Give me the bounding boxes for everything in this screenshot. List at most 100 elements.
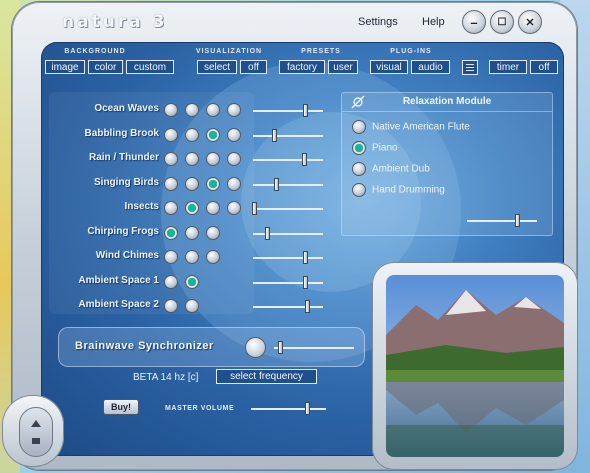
title-bar[interactable]: natura 3 Settings Help – ☐ ✕ [12, 2, 577, 42]
sound-volume-track[interactable] [253, 306, 323, 308]
sound-label: Ambient Space 2 [78, 299, 159, 310]
presets-user-button[interactable]: user [328, 60, 358, 74]
sound-volume-track[interactable] [253, 232, 323, 235]
sound-volume-track[interactable] [253, 257, 323, 259]
sound-variation-button[interactable] [185, 103, 199, 117]
sound-variation-button[interactable] [185, 299, 199, 313]
visualization-select-button[interactable]: select [197, 60, 237, 74]
sound-volume-thumb[interactable] [252, 202, 258, 215]
relaxation-option-label: Ambient Dub [372, 163, 430, 175]
relaxation-volume-track[interactable] [467, 220, 537, 222]
sound-variation-button[interactable] [185, 201, 199, 215]
sound-variation-button[interactable] [206, 201, 220, 215]
sound-variation-button[interactable] [164, 225, 178, 240]
sound-volume-thumb[interactable] [274, 177, 280, 191]
minimize-button[interactable]: – [462, 10, 486, 34]
sound-variation-button[interactable] [185, 274, 199, 289]
help-menu[interactable]: Help [422, 16, 445, 28]
sound-variation-button[interactable] [185, 127, 199, 142]
relaxation-title: Relaxation Module [402, 96, 492, 107]
background-color-button[interactable]: color [88, 60, 123, 74]
settings-menu[interactable]: Settings [358, 16, 398, 28]
brainwave-volume-track[interactable] [274, 347, 354, 349]
plugins-group-label: PLUG-INS [390, 48, 432, 55]
sound-variation-button[interactable] [164, 299, 178, 313]
sound-volume-track[interactable] [253, 183, 323, 186]
sound-volume-track[interactable] [253, 208, 323, 210]
background-custom-button[interactable]: custom [126, 60, 174, 74]
master-volume-track[interactable] [251, 408, 326, 410]
sound-volume-thumb[interactable] [302, 251, 308, 264]
relaxation-option[interactable]: Hand Drumming [352, 183, 445, 197]
sound-volume-thumb[interactable] [302, 275, 308, 289]
master-volume-label: MASTER VOLUME [165, 405, 235, 412]
plugins-visual-button[interactable]: visual [370, 60, 408, 74]
relaxation-volume-thumb[interactable] [515, 214, 521, 227]
sound-label: Singing Birds [94, 176, 159, 188]
master-volume-thumb[interactable] [304, 402, 310, 415]
timer-button[interactable]: timer [489, 60, 527, 74]
sound-variation-button[interactable] [164, 201, 178, 215]
sound-variation-button[interactable] [185, 225, 199, 240]
sound-variation-button[interactable] [206, 250, 220, 264]
sound-variation-button[interactable] [227, 152, 241, 166]
relaxation-option[interactable]: Ambient Dub [352, 162, 430, 176]
relaxation-option[interactable]: Native American Flute [352, 120, 470, 134]
sound-variation-button[interactable] [185, 152, 199, 166]
close-icon: ✕ [525, 16, 535, 29]
playlist-button[interactable] [462, 60, 478, 75]
relaxation-radio[interactable] [352, 141, 366, 155]
sound-volume-thumb[interactable] [272, 128, 277, 142]
relaxation-option[interactable]: Piano [352, 141, 398, 155]
sound-variation-button[interactable] [206, 127, 220, 142]
sound-variation-button[interactable] [227, 127, 241, 142]
presets-factory-button[interactable]: factory [279, 60, 325, 74]
relaxation-radio[interactable] [352, 162, 366, 176]
brainwave-volume-thumb[interactable] [278, 341, 284, 354]
timer-off-button[interactable]: off [530, 60, 558, 74]
relaxation-radio[interactable] [352, 120, 366, 134]
sound-volume-track[interactable] [253, 159, 323, 161]
sound-volume-thumb[interactable] [302, 104, 308, 117]
sound-volume-track[interactable] [253, 110, 323, 112]
sound-label: Wind Chimes [95, 250, 159, 261]
background-image-button[interactable]: image [45, 60, 85, 74]
relaxation-radio[interactable] [352, 183, 366, 197]
close-button[interactable]: ✕ [518, 10, 542, 34]
brainwave-toggle-button[interactable] [245, 337, 266, 358]
sound-variation-button[interactable] [185, 250, 199, 264]
sound-label: Rain / Thunder [89, 152, 159, 163]
sound-variation-button[interactable] [206, 152, 220, 166]
sound-variation-button[interactable] [227, 176, 241, 191]
sound-label: Ambient Space 1 [78, 274, 159, 286]
sound-variation-button[interactable] [206, 176, 220, 191]
maximize-button[interactable]: ☐ [490, 10, 514, 34]
brainwave-synchronizer: Brainwave Synchronizer [58, 327, 365, 367]
sound-variation-button[interactable] [206, 225, 220, 240]
sound-variation-button[interactable] [164, 103, 178, 117]
sound-volume-track[interactable] [253, 134, 323, 137]
maximize-icon: ☐ [497, 16, 507, 28]
sound-variation-button[interactable] [164, 152, 178, 166]
sound-volume-track[interactable] [253, 281, 323, 284]
sound-variation-button[interactable] [227, 103, 241, 117]
buy-button[interactable]: Buy! [103, 399, 139, 415]
sound-variation-button[interactable] [164, 127, 178, 142]
sound-volume-thumb[interactable] [302, 153, 308, 166]
relaxation-option-label: Hand Drumming [372, 184, 445, 196]
sound-volume-thumb[interactable] [304, 300, 310, 313]
app-logo: natura 3 [62, 12, 168, 32]
visualization-off-button[interactable]: off [240, 60, 267, 74]
sound-volume-thumb[interactable] [265, 226, 270, 240]
scroll-control [2, 395, 64, 467]
sound-variation-button[interactable] [164, 176, 178, 191]
sound-variation-button[interactable] [164, 250, 178, 264]
select-frequency-button[interactable]: select frequency [216, 369, 317, 384]
scroll-knob[interactable] [19, 407, 53, 457]
plugins-audio-button[interactable]: audio [411, 60, 450, 74]
sound-variation-button[interactable] [206, 103, 220, 117]
sound-variation-button[interactable] [185, 176, 199, 191]
sound-variation-button[interactable] [164, 274, 178, 289]
nature-photo-frame [372, 262, 578, 470]
sound-variation-button[interactable] [227, 201, 241, 215]
